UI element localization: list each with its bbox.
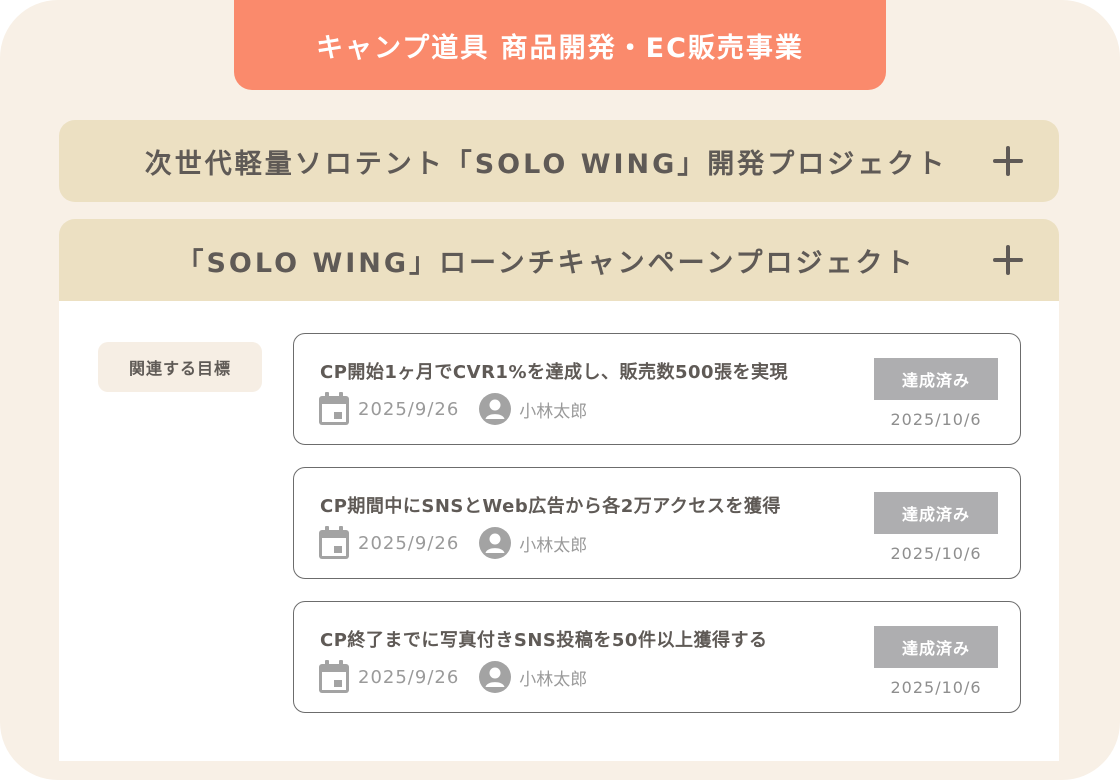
- goal-meta: 2025/9/26 小林太郎: [318, 660, 587, 694]
- goal-meta: 2025/9/26 小林太郎: [318, 392, 587, 426]
- goal-card[interactable]: CP開始1ヶ月でCVR1%を達成し、販売数500張を実現 2025/9/26 小…: [293, 333, 1021, 445]
- project-details: 関連する目標 CP開始1ヶ月でCVR1%を達成し、販売数500張を実現 2025…: [59, 301, 1059, 761]
- related-goals-label-text: 関連する目標: [128, 359, 231, 378]
- goal-card[interactable]: CP期間中にSNSとWeb広告から各2万アクセスを獲得 2025/9/26 小林…: [293, 467, 1021, 579]
- goal-card[interactable]: CP終了までに写真付きSNS投稿を50件以上獲得する 2025/9/26 小林太…: [293, 601, 1021, 713]
- goal-owner: 小林太郎: [519, 401, 588, 422]
- plus-icon[interactable]: [993, 146, 1023, 176]
- calendar-icon: [319, 660, 349, 693]
- goal-title: CP開始1ヶ月でCVR1%を達成し、販売数500張を実現: [320, 362, 789, 383]
- calendar-icon: [319, 526, 349, 559]
- project-title: 次世代軽量ソロテント「SOLO WING」開発プロジェクト: [144, 148, 948, 180]
- goal-completed-date: 2025/10/6: [890, 678, 982, 697]
- goal-owner: 小林太郎: [519, 669, 588, 690]
- related-goals-label: 関連する目標: [98, 342, 262, 392]
- project-accordion-launch-campaign[interactable]: 「SOLO WING」ローンチキャンペーンプロジェクト: [59, 219, 1059, 301]
- status-badge: 達成済み: [874, 626, 998, 668]
- goal-title: CP期間中にSNSとWeb広告から各2万アクセスを獲得: [320, 496, 781, 517]
- user-icon: [479, 527, 512, 559]
- goal-title: CP終了までに写真付きSNS投稿を50件以上獲得する: [320, 630, 768, 651]
- status-badge: 達成済み: [874, 358, 998, 400]
- page-title-text: キャンプ道具 商品開発・EC販売事業: [316, 32, 804, 64]
- user-icon: [479, 393, 512, 425]
- goal-completed-date: 2025/10/6: [890, 410, 982, 429]
- goal-completed-date: 2025/10/6: [890, 544, 982, 563]
- goal-start-date: 2025/9/26: [358, 532, 460, 554]
- status-badge: 達成済み: [874, 492, 998, 534]
- project-accordion-solo-wing-dev[interactable]: 次世代軽量ソロテント「SOLO WING」開発プロジェクト: [59, 120, 1059, 202]
- goal-meta: 2025/9/26 小林太郎: [318, 526, 587, 560]
- goal-start-date: 2025/9/26: [358, 666, 460, 688]
- plus-icon[interactable]: [993, 245, 1023, 275]
- goal-start-date: 2025/9/26: [358, 398, 460, 420]
- user-icon: [479, 661, 512, 693]
- project-title: 「SOLO WING」ローンチキャンペーンプロジェクト: [176, 247, 916, 279]
- page-title: キャンプ道具 商品開発・EC販売事業: [234, 0, 886, 90]
- goal-owner: 小林太郎: [519, 535, 588, 556]
- calendar-icon: [319, 392, 349, 425]
